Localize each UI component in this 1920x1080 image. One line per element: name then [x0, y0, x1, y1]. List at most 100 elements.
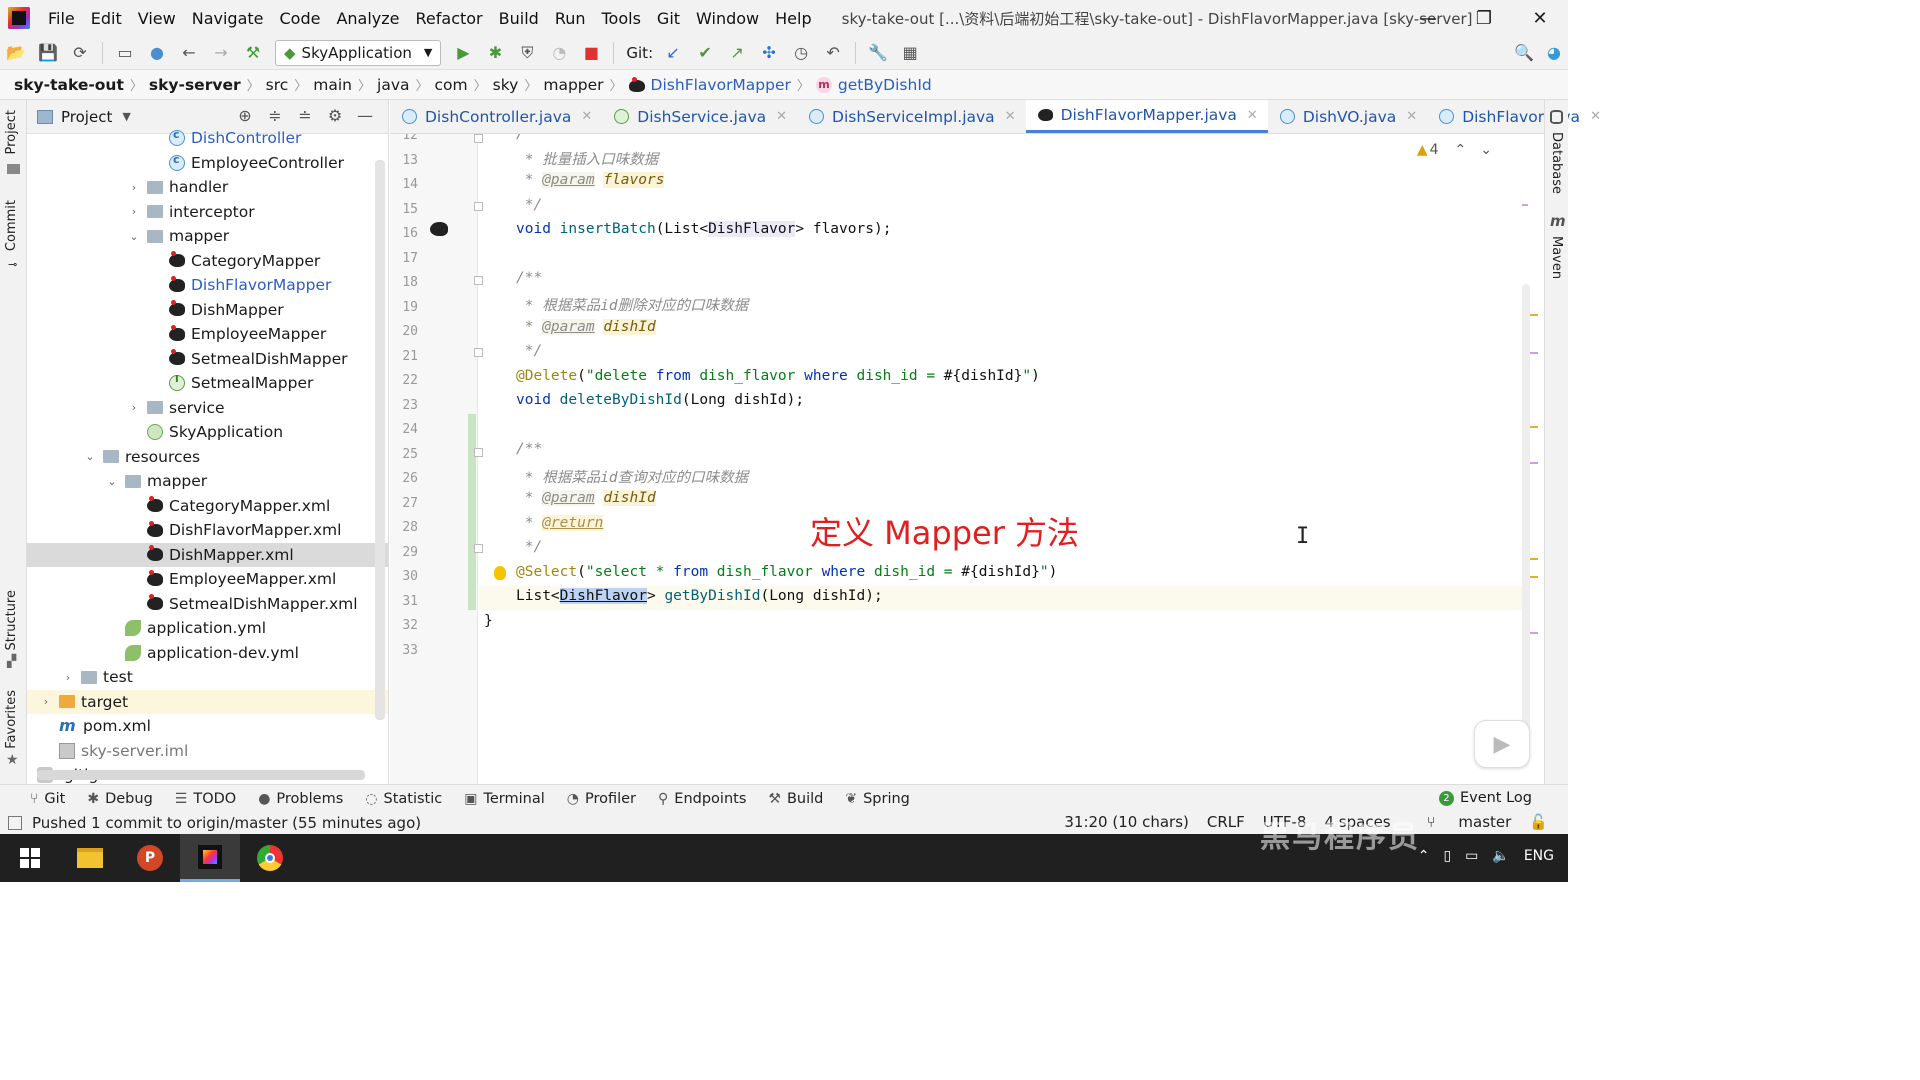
settings-button[interactable]: 🔧 — [864, 39, 892, 67]
tool-problems[interactable]: ● Problems — [258, 791, 343, 807]
fold-marker[interactable] — [474, 448, 483, 457]
tool-statistic[interactable]: ◌ Statistic — [365, 791, 442, 807]
breadcrumb-item[interactable]: sky — [493, 76, 519, 94]
git-merge-button[interactable]: ✣ — [755, 39, 783, 67]
tool-endpoints[interactable]: ⚲ Endpoints — [658, 791, 746, 807]
tree-item[interactable]: › handler — [27, 175, 388, 200]
tree-item[interactable]: application-dev.yml — [27, 641, 388, 666]
tab-commit[interactable]: Commit — [4, 200, 19, 251]
class-button[interactable]: ● — [143, 39, 171, 67]
code-editor[interactable]: 12 13 14 15 16 17 18 19 20 21 22 23 24 25 26 27 28 29 30 31… — [390, 134, 1544, 784]
chevron-right-icon[interactable]: › — [39, 695, 53, 708]
tool-debug[interactable]: ✱ Debug — [87, 791, 152, 807]
run-config-select[interactable]: ◆ SkyApplication ▼ — [275, 39, 442, 66]
git-history-button[interactable]: ◷ — [787, 39, 815, 67]
tree-item[interactable]: ⌄ resources — [27, 445, 388, 470]
tree-item[interactable]: EmployeeMapper — [27, 322, 388, 347]
start-button[interactable] — [0, 834, 60, 882]
vcs-change-marker[interactable] — [468, 414, 476, 610]
git-push-button[interactable]: ↗ — [723, 39, 751, 67]
close-tab-icon[interactable]: ✕ — [1406, 109, 1417, 124]
status-message[interactable]: Pushed 1 commit to origin/master (55 min… — [32, 814, 421, 832]
run-button[interactable]: ▶ — [449, 39, 477, 67]
toolbox-button[interactable]: ◕ — [1540, 39, 1568, 67]
menu-file[interactable]: File — [40, 9, 83, 28]
git-branch[interactable]: ⑂ master — [1409, 813, 1512, 831]
taskbar-powerpoint[interactable]: P — [120, 834, 180, 882]
menu-window[interactable]: Window — [688, 9, 767, 28]
menu-refactor[interactable]: Refactor — [408, 9, 491, 28]
lock-icon[interactable]: 🔓 — [1529, 813, 1548, 831]
close-tab-icon[interactable]: ✕ — [581, 109, 592, 124]
menu-help[interactable]: Help — [767, 9, 819, 28]
tool-git[interactable]: ⑂ Git — [30, 791, 65, 807]
line-separator[interactable]: CRLF — [1207, 813, 1245, 831]
menu-code[interactable]: Code — [272, 9, 329, 28]
tab-dishvo[interactable]: DishVO.java ✕ — [1268, 100, 1427, 133]
locate-icon[interactable]: ⊕ — [230, 106, 260, 125]
close-tab-icon[interactable]: ✕ — [1247, 108, 1258, 123]
menu-navigate[interactable]: Navigate — [184, 9, 272, 28]
menu-build[interactable]: Build — [491, 9, 547, 28]
restore-button[interactable]: ❐ — [1456, 0, 1512, 36]
tab-dishcontroller[interactable]: DishController.java ✕ — [390, 100, 602, 133]
tree-item[interactable]: SetmealDishMapper — [27, 347, 388, 372]
tree-item[interactable]: ⌄ mapper — [27, 469, 388, 494]
chevron-up-icon[interactable]: ⌃ — [1455, 142, 1467, 158]
close-tab-icon[interactable]: ✕ — [1590, 109, 1601, 124]
breadcrumb-item[interactable]: m getByDishId — [815, 76, 932, 94]
search-everywhere-button[interactable]: 🔍 — [1510, 39, 1538, 67]
git-rollback-button[interactable]: ↶ — [819, 39, 847, 67]
tree-item[interactable]: DishMapper — [27, 298, 388, 323]
stripe-mark[interactable] — [1522, 204, 1528, 206]
git-update-button[interactable]: ↙ — [659, 39, 687, 67]
tree-item[interactable]: CategoryMapper — [27, 249, 388, 274]
tab-project[interactable]: Project — [4, 110, 19, 154]
tab-dishflavormapper[interactable]: DishFlavorMapper.java ✕ — [1025, 100, 1268, 133]
breadcrumb-item[interactable]: DishFlavorMapper — [628, 76, 791, 94]
tree-scrollbar-horizontal[interactable] — [37, 770, 365, 780]
menu-edit[interactable]: Edit — [83, 9, 130, 28]
project-structure-button[interactable]: ▭ — [111, 39, 139, 67]
tree-item[interactable]: SetmealMapper — [27, 371, 388, 396]
taskbar-chrome[interactable] — [240, 834, 300, 882]
tree-scrollbar-vertical[interactable] — [375, 160, 385, 720]
breadcrumb-item[interactable]: mapper — [543, 76, 603, 94]
language-indicator[interactable]: ENG — [1524, 848, 1554, 864]
tree-item[interactable]: application.yml — [27, 616, 388, 641]
expand-all-icon[interactable]: ≑ — [260, 106, 290, 125]
breadcrumb-item[interactable]: sky-take-out — [14, 76, 124, 94]
fold-marker[interactable] — [474, 544, 483, 553]
git-commit-button[interactable]: ✔ — [691, 39, 719, 67]
taskbar-intellij[interactable] — [180, 834, 240, 882]
editor-scrollbar[interactable] — [1522, 284, 1530, 754]
tab-dishserviceimpl[interactable]: DishServiceImpl.java ✕ — [797, 100, 1026, 133]
close-button[interactable]: ✕ — [1512, 0, 1568, 36]
tab-dishflavor[interactable]: DishFlavor.java ✕ — [1427, 100, 1611, 133]
status-toggle-icon[interactable] — [8, 816, 22, 830]
fold-marker[interactable] — [474, 276, 483, 285]
fold-marker[interactable] — [474, 202, 483, 211]
tree-item[interactable]: m pom.xml — [27, 714, 388, 739]
lightbulb-icon[interactable] — [494, 566, 506, 580]
tool-todo[interactable]: ☰ TODO — [175, 791, 236, 807]
fold-marker[interactable] — [474, 348, 483, 357]
network-icon[interactable]: ▭ — [1465, 848, 1478, 864]
taskbar-explorer[interactable] — [60, 834, 120, 882]
gear-icon[interactable]: ⚙ — [320, 106, 350, 125]
close-tab-icon[interactable]: ✕ — [1005, 109, 1016, 124]
tree-item[interactable]: DishFlavorMapper — [27, 273, 388, 298]
breadcrumb-item[interactable]: com — [435, 76, 468, 94]
tree-item[interactable]: › target — [27, 689, 388, 714]
tab-database[interactable]: Database — [1549, 132, 1564, 194]
breadcrumb-item[interactable]: sky-server — [149, 76, 241, 94]
inspection-widget[interactable]: ▲ 4 ⌃ ⌄ — [1417, 142, 1492, 158]
device-icon[interactable]: ▯ — [1443, 848, 1451, 864]
breadcrumb-item[interactable]: main — [313, 76, 352, 94]
tool-spring[interactable]: ❦ Spring — [845, 791, 910, 807]
volume-icon[interactable]: 🔈 — [1492, 848, 1509, 864]
tab-dishservice[interactable]: DishService.java ✕ — [602, 100, 797, 133]
tree-item[interactable]: DishFlavorMapper.xml — [27, 518, 388, 543]
breadcrumb-item[interactable]: java — [377, 76, 409, 94]
caret-position[interactable]: 31:20 (10 chars) — [1064, 813, 1188, 831]
